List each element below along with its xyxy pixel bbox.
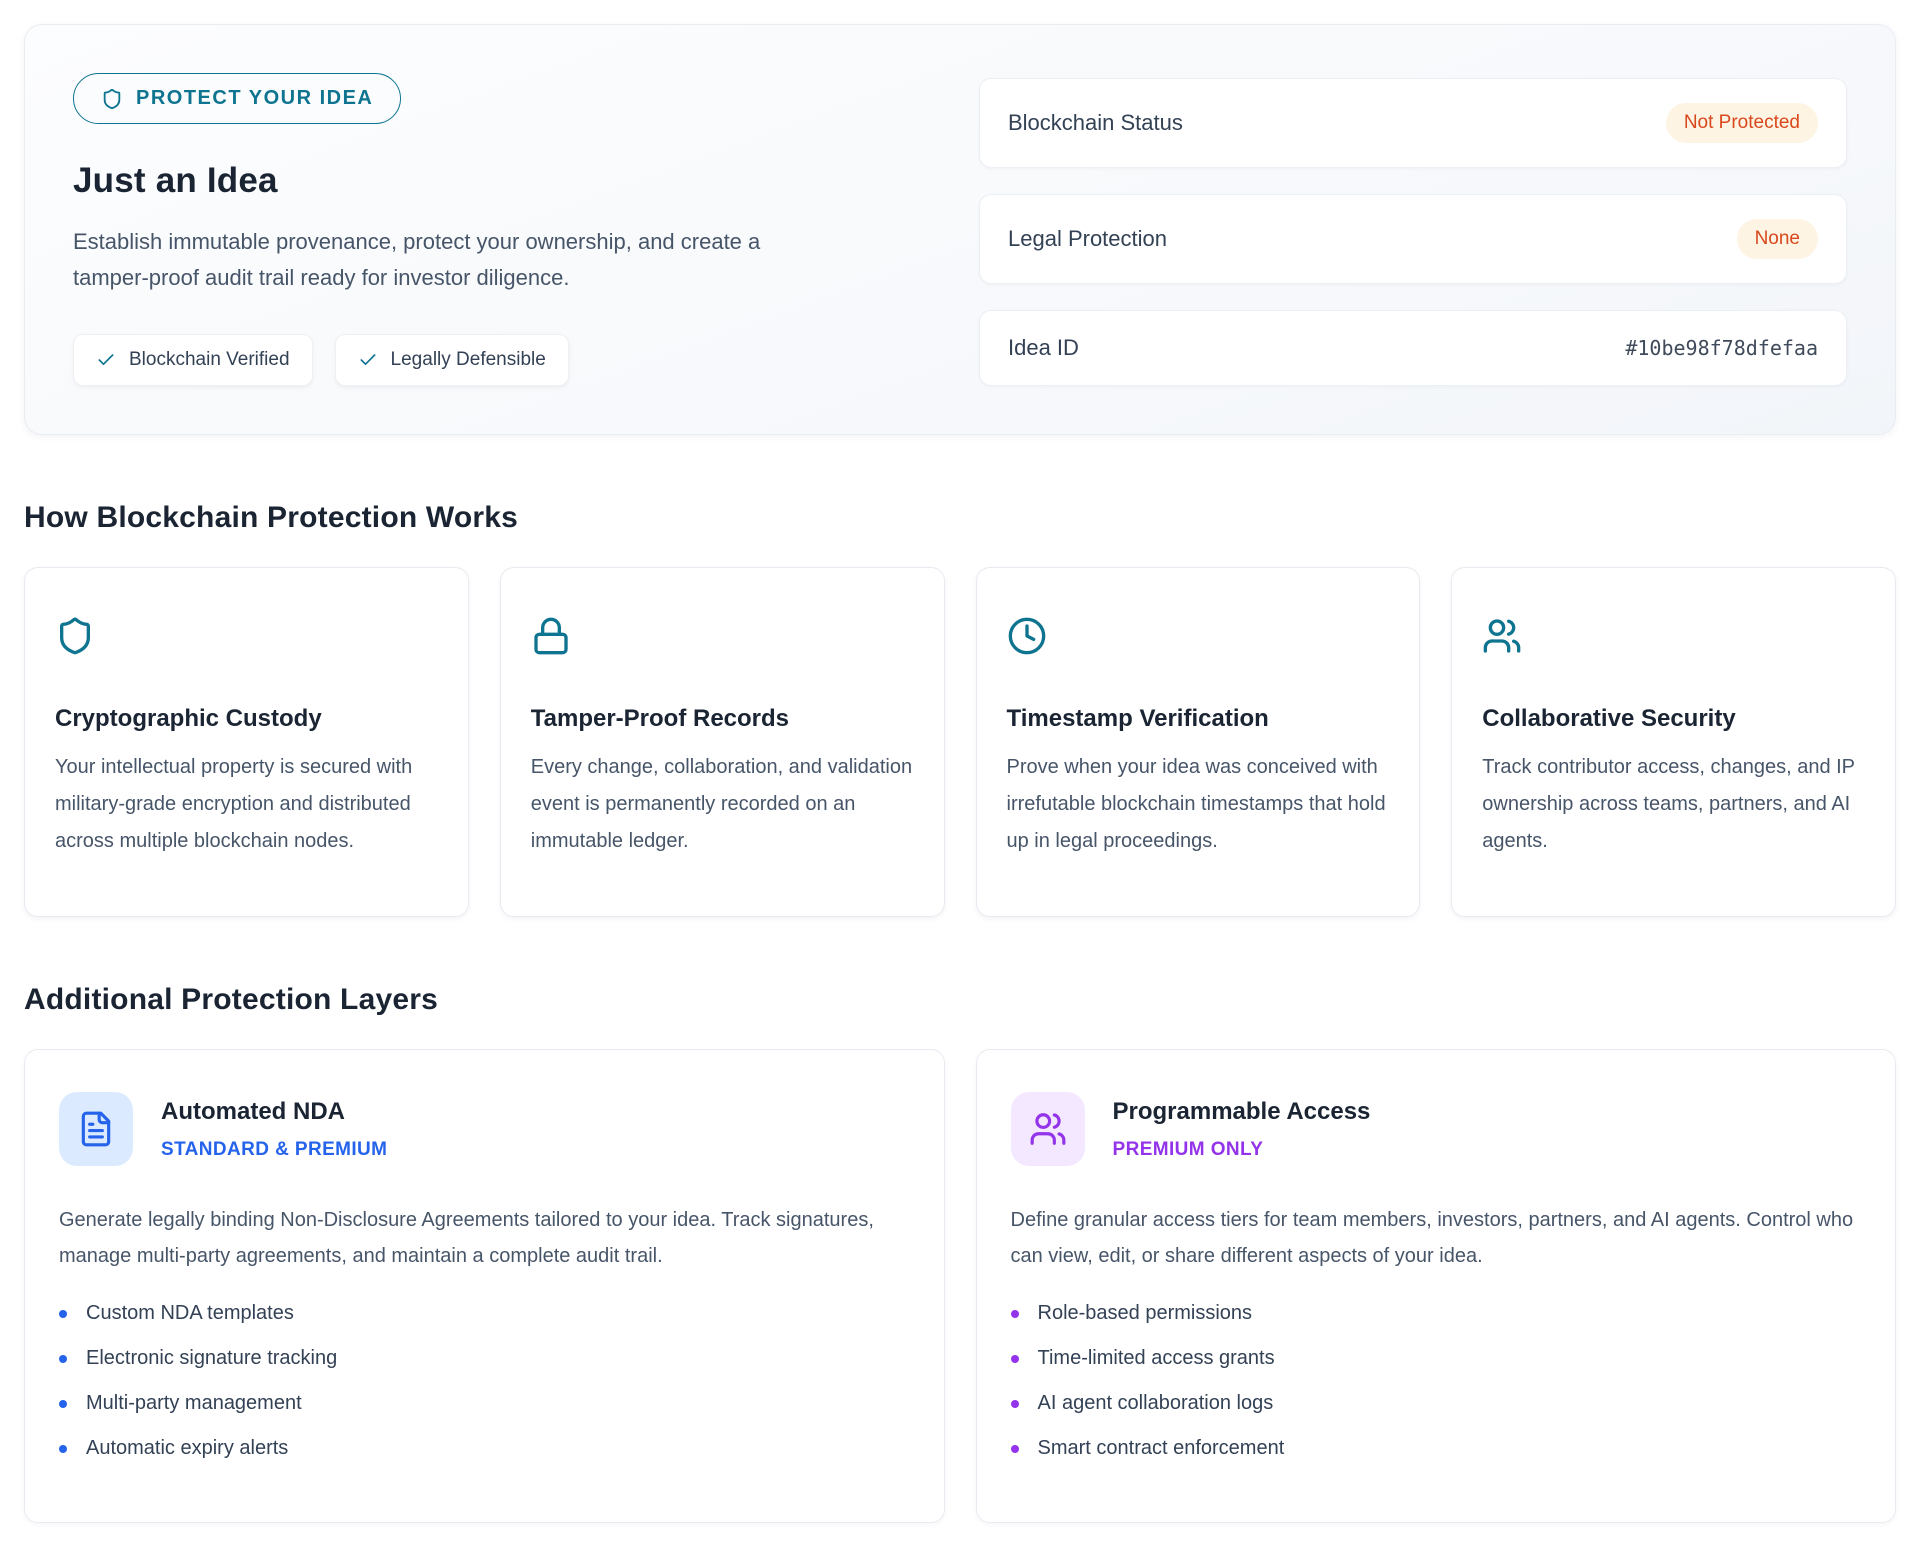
layer-header: Automated NDA STANDARD & PREMIUM [59, 1092, 910, 1166]
layer-tier-badge: STANDARD & PREMIUM [161, 1139, 387, 1161]
tag-label: Legally Defensible [391, 349, 546, 371]
feature-body: Your intellectual property is secured wi… [55, 749, 438, 860]
layer-description: Define granular access tiers for team me… [1011, 1202, 1862, 1274]
status-badge: None [1737, 219, 1818, 259]
tag-blockchain-verified: Blockchain Verified [73, 334, 313, 386]
list-item: Multi-party management [59, 1392, 910, 1415]
feature-card-timestamp-verification: Timestamp Verification Prove when your i… [976, 567, 1421, 917]
list-item: Smart contract enforcement [1011, 1437, 1862, 1460]
hero-tags: Blockchain Verified Legally Defensible [73, 334, 923, 386]
idea-id-value: #10be98f78dfefaa [1625, 336, 1818, 360]
layer-card-automated-nda: Automated NDA STANDARD & PREMIUM Generat… [24, 1049, 945, 1523]
section-heading-how-it-works: How Blockchain Protection Works [24, 501, 1896, 535]
layer-title: Automated NDA [161, 1098, 387, 1126]
shield-icon [55, 616, 438, 661]
feature-grid: Cryptographic Custody Your intellectual … [24, 567, 1896, 917]
feature-text: Electronic signature tracking [86, 1347, 337, 1370]
stat-label: Idea ID [1008, 335, 1079, 361]
feature-text: Time-limited access grants [1038, 1347, 1275, 1370]
status-badge: Not Protected [1666, 103, 1818, 143]
layer-heading-text: Programmable Access PREMIUM ONLY [1113, 1098, 1371, 1161]
page-title: Just an Idea [73, 161, 923, 201]
feature-card-tamper-proof-records: Tamper-Proof Records Every change, colla… [500, 567, 945, 917]
bullet-dot [1011, 1355, 1019, 1363]
feature-text: Automatic expiry alerts [86, 1437, 288, 1460]
stat-row-idea-id: Idea ID #10be98f78dfefaa [979, 310, 1847, 386]
layer-description: Generate legally binding Non-Disclosure … [59, 1202, 910, 1274]
list-item: Role-based permissions [1011, 1302, 1862, 1325]
feature-card-collaborative-security: Collaborative Security Track contributor… [1451, 567, 1896, 917]
feature-card-cryptographic-custody: Cryptographic Custody Your intellectual … [24, 567, 469, 917]
feature-title: Cryptographic Custody [55, 705, 438, 733]
layer-title: Programmable Access [1113, 1098, 1371, 1126]
layer-heading-text: Automated NDA STANDARD & PREMIUM [161, 1098, 387, 1161]
bullet-dot [59, 1310, 67, 1318]
bullet-dot [1011, 1445, 1019, 1453]
hero-card: PROTECT YOUR IDEA Just an Idea Establish… [24, 24, 1896, 435]
bullet-dot [59, 1400, 67, 1408]
bullet-dot [59, 1445, 67, 1453]
layer-feature-list: Custom NDA templates Electronic signatur… [59, 1302, 910, 1460]
badge-label: PROTECT YOUR IDEA [136, 87, 373, 110]
tag-legally-defensible: Legally Defensible [335, 334, 569, 386]
hero-intro: PROTECT YOUR IDEA Just an Idea Establish… [73, 73, 923, 386]
layer-tier-badge: PREMIUM ONLY [1113, 1139, 1371, 1161]
bullet-dot [59, 1355, 67, 1363]
feature-text: Role-based permissions [1038, 1302, 1253, 1325]
clock-icon [1007, 616, 1390, 661]
hero-description: Establish immutable provenance, protect … [73, 224, 773, 296]
stat-row-legal-protection: Legal Protection None [979, 194, 1847, 284]
feature-text: Smart contract enforcement [1038, 1437, 1285, 1460]
feature-body: Track contributor access, changes, and I… [1482, 749, 1865, 860]
layer-header: Programmable Access PREMIUM ONLY [1011, 1092, 1862, 1166]
section-heading-additional-layers: Additional Protection Layers [24, 983, 1896, 1017]
feature-title: Collaborative Security [1482, 705, 1865, 733]
list-item: Time-limited access grants [1011, 1347, 1862, 1370]
list-item: Custom NDA templates [59, 1302, 910, 1325]
feature-title: Tamper-Proof Records [531, 705, 914, 733]
feature-body: Prove when your idea was conceived with … [1007, 749, 1390, 860]
layer-card-programmable-access: Programmable Access PREMIUM ONLY Define … [976, 1049, 1897, 1523]
feature-text: Custom NDA templates [86, 1302, 294, 1325]
feature-title: Timestamp Verification [1007, 705, 1390, 733]
feature-body: Every change, collaboration, and validat… [531, 749, 914, 860]
layer-grid: Automated NDA STANDARD & PREMIUM Generat… [24, 1049, 1896, 1523]
layer-feature-list: Role-based permissions Time-limited acce… [1011, 1302, 1862, 1460]
tag-label: Blockchain Verified [129, 349, 290, 371]
list-item: Electronic signature tracking [59, 1347, 910, 1370]
check-icon [96, 350, 116, 370]
protect-your-idea-badge: PROTECT YOUR IDEA [73, 73, 401, 124]
check-icon [358, 350, 378, 370]
bullet-dot [1011, 1400, 1019, 1408]
lock-icon [531, 616, 914, 661]
stat-row-blockchain-status: Blockchain Status Not Protected [979, 78, 1847, 168]
users-icon [1482, 616, 1865, 661]
users-icon [1011, 1092, 1085, 1166]
stat-label: Blockchain Status [1008, 110, 1183, 136]
list-item: AI agent collaboration logs [1011, 1392, 1862, 1415]
shield-icon [101, 88, 123, 110]
feature-text: Multi-party management [86, 1392, 302, 1415]
feature-text: AI agent collaboration logs [1038, 1392, 1274, 1415]
idea-protection-page: PROTECT YOUR IDEA Just an Idea Establish… [0, 0, 1920, 1547]
stat-label: Legal Protection [1008, 226, 1167, 252]
bullet-dot [1011, 1310, 1019, 1318]
status-panel: Blockchain Status Not Protected Legal Pr… [979, 73, 1847, 386]
list-item: Automatic expiry alerts [59, 1437, 910, 1460]
file-text-icon [59, 1092, 133, 1166]
